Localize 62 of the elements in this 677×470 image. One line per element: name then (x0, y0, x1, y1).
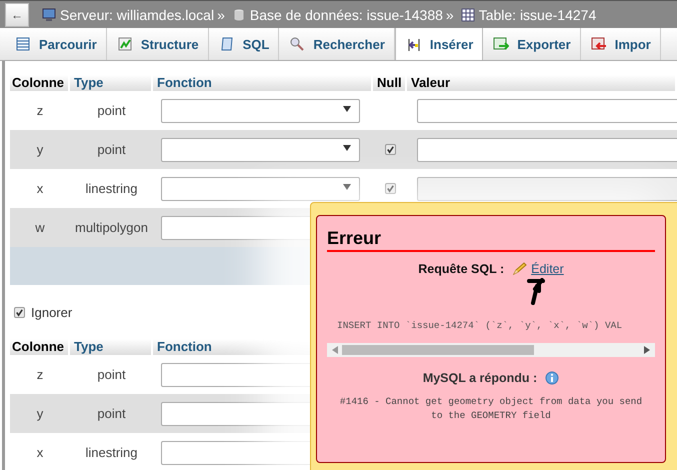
tab[interactable]: Structure (106, 28, 209, 60)
column-type: multipolygon (74, 220, 149, 235)
column-name: z (36, 367, 44, 382)
caret-icon (343, 144, 351, 152)
column-name: y (36, 142, 44, 157)
export-icon (493, 36, 510, 52)
column-name: z (36, 103, 44, 118)
query-label: Requête SQL : (418, 262, 504, 276)
column-header[interactable]: Fonction (153, 75, 373, 91)
import-icon (590, 36, 607, 52)
column-header: Null (373, 75, 407, 91)
tab[interactable]: Parcourir (5, 28, 107, 60)
breadcrumb-link[interactable]: Table: issue-14274 (478, 6, 596, 22)
column-header: Colonne (10, 75, 70, 91)
tab[interactable]: Impor (580, 28, 661, 60)
monitor-icon (41, 6, 57, 22)
back-button[interactable]: ← (5, 2, 29, 26)
checkbox-label: Ignorer (31, 304, 72, 320)
column-type: point (96, 103, 127, 118)
caret-icon (343, 104, 351, 112)
tab[interactable]: Exporter (483, 28, 581, 60)
column-type: point (96, 142, 127, 157)
column-name: x (36, 445, 44, 460)
caret-icon (343, 182, 351, 190)
insert-icon (406, 36, 422, 52)
scroll-right-icon[interactable] (644, 346, 650, 354)
table-icon (15, 36, 31, 52)
breadcrumb-link[interactable]: Serveur: williamdes.local (60, 6, 214, 22)
error-message: #1416 - Cannot get geometry object from data you send to the GEOMETRY field (338, 395, 644, 423)
edit-link[interactable]: Éditer (512, 262, 564, 276)
column-type: linestring (84, 445, 139, 460)
chart-icon (116, 36, 133, 52)
magnifier-icon (289, 36, 306, 52)
tab[interactable]: SQL (208, 28, 280, 60)
checkbox[interactable] (384, 183, 396, 194)
checkbox[interactable] (384, 144, 396, 155)
column-type: point (96, 406, 127, 421)
column-name: y (36, 406, 44, 421)
error-title: Erreur (327, 228, 655, 252)
breadcrumb-separator: » (217, 6, 225, 22)
scrollbar[interactable] (327, 343, 655, 357)
breadcrumb-link[interactable]: Base de données: issue-14388 (250, 6, 443, 22)
value-field[interactable] (417, 98, 677, 122)
scroll-left-icon[interactable] (332, 346, 338, 354)
info-icon[interactable] (545, 371, 560, 385)
column-header: Valeur (407, 75, 677, 91)
document-icon (218, 36, 235, 52)
tab[interactable]: Insérer (394, 28, 484, 60)
checkbox[interactable] (14, 306, 25, 318)
sql-query: INSERT INTO `issue-14274` (`z`, `y`, `x`, `w`) VAL (336, 320, 624, 331)
value-field[interactable] (417, 138, 677, 162)
breadcrumb-separator: » (446, 6, 454, 22)
column-name: w (34, 220, 46, 235)
column-header[interactable]: Type (70, 75, 153, 91)
column-type: linestring (84, 181, 139, 196)
column-type: point (96, 367, 127, 382)
column-header: Colonne (10, 339, 70, 355)
pencil-icon (512, 262, 528, 276)
response-label: MySQL a répondu : (422, 371, 538, 385)
column-header[interactable]: Type (70, 339, 153, 355)
table-icon (460, 6, 476, 22)
column-name: x (36, 181, 44, 196)
